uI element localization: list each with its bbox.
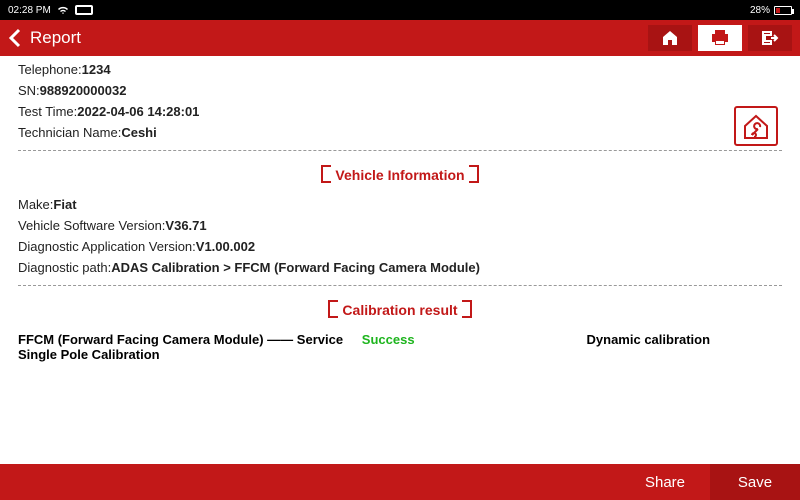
vsv-row: Vehicle Software Version:V36.71 xyxy=(18,218,782,233)
vehicle-info-heading: Vehicle Information xyxy=(18,165,782,185)
report-content: Telephone:1234 SN:988920000032 Test Time… xyxy=(0,56,800,464)
divider xyxy=(18,150,782,151)
make-row: Make:Fiat xyxy=(18,197,782,212)
keyboard-icon xyxy=(75,5,93,15)
share-button[interactable]: Share xyxy=(620,464,710,500)
wifi-icon xyxy=(57,5,69,15)
diagnostic-tools-button[interactable] xyxy=(734,106,778,146)
save-button[interactable]: Save xyxy=(710,464,800,500)
diagpath-row: Diagnostic path:ADAS Calibration > FFCM … xyxy=(18,260,782,275)
sn-row: SN:988920000032 xyxy=(18,83,782,98)
result-status: Success xyxy=(362,332,515,362)
print-button[interactable] xyxy=(698,25,742,51)
back-button[interactable] xyxy=(0,28,30,48)
result-module: FFCM (Forward Facing Camera Module) —— S… xyxy=(18,332,362,362)
status-bar: 02:28 PM 28% xyxy=(0,0,800,20)
app-header: Report xyxy=(0,20,800,56)
calibration-result-heading: Calibration result xyxy=(18,300,782,320)
home-button[interactable] xyxy=(648,25,692,51)
battery-icon xyxy=(774,6,792,15)
result-type: Dynamic calibration xyxy=(515,332,782,362)
exit-button[interactable] xyxy=(748,25,792,51)
dav-row: Diagnostic Application Version:V1.00.002 xyxy=(18,239,782,254)
divider xyxy=(18,285,782,286)
status-time: 02:28 PM xyxy=(8,5,51,16)
footer-bar: Share Save xyxy=(0,464,800,500)
battery-percent: 28% xyxy=(750,5,770,16)
technician-row: Technician Name:Ceshi xyxy=(18,125,782,140)
telephone-row: Telephone:1234 xyxy=(18,62,782,77)
page-title: Report xyxy=(30,28,648,48)
calibration-result-row: FFCM (Forward Facing Camera Module) —— S… xyxy=(18,332,782,362)
testtime-row: Test Time:2022-04-06 14:28:01 xyxy=(18,104,782,119)
